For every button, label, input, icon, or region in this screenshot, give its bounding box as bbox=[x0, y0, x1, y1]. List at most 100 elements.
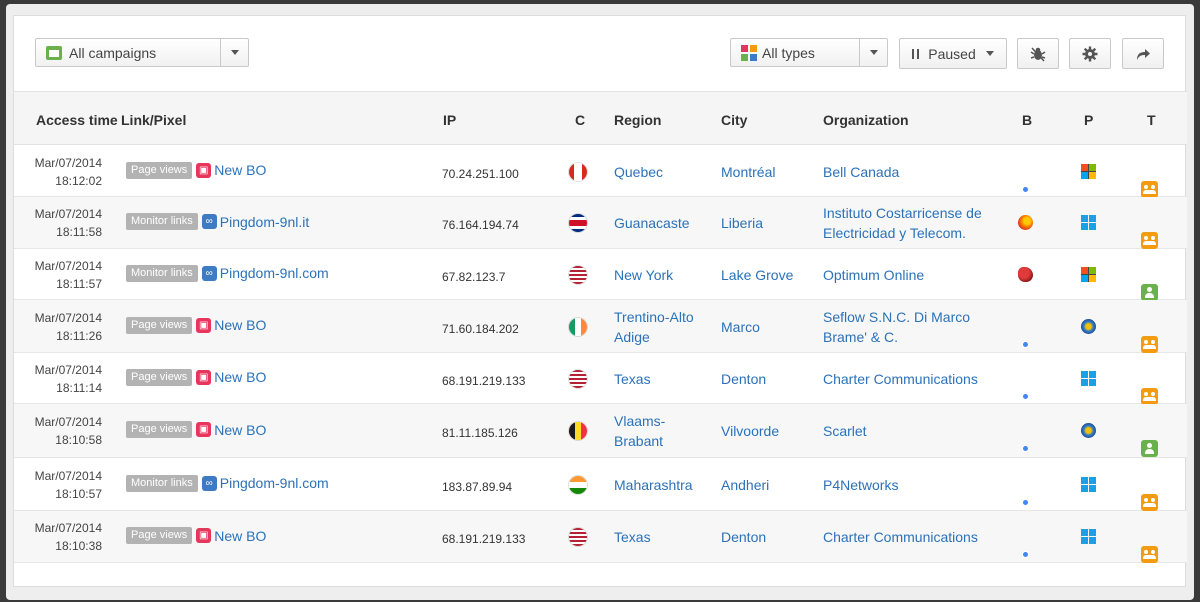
table-row[interactable]: Mar/07/2014 18:10:38 Page views ▣ New BO 68.1… bbox=[14, 511, 1187, 563]
windows-pane bbox=[1089, 529, 1096, 536]
debug-button[interactable] bbox=[1017, 38, 1059, 69]
organization-link-line[interactable]: Seflow S.N.C. Di Marco bbox=[823, 307, 970, 327]
organization-link-line[interactable]: Charter Communications bbox=[823, 527, 978, 547]
city-link-line[interactable]: Denton bbox=[721, 369, 766, 389]
link-name[interactable]: New BO bbox=[214, 162, 266, 178]
header-organization[interactable]: Organization bbox=[823, 112, 909, 128]
group-type-icon bbox=[1141, 335, 1158, 353]
link-pixel: Page views ▣ New BO bbox=[126, 368, 266, 387]
chrome-center bbox=[1022, 340, 1029, 348]
header-platform[interactable]: P bbox=[1084, 112, 1093, 128]
kind-badge: Monitor links bbox=[126, 264, 198, 282]
region-link-line[interactable]: Adige bbox=[614, 327, 694, 347]
link-pixel: Page views ▣ New BO bbox=[126, 527, 266, 545]
chrome-center bbox=[1022, 551, 1029, 558]
person-body bbox=[1145, 449, 1154, 454]
person-body bbox=[1143, 241, 1156, 245]
chevron-down-icon[interactable] bbox=[220, 39, 248, 66]
chrome-center bbox=[1022, 498, 1029, 506]
share-icon bbox=[1137, 48, 1150, 60]
organization-link-line[interactable]: Brame' & C. bbox=[823, 327, 970, 347]
region-link-line[interactable]: Brabant bbox=[614, 431, 665, 451]
organization-link-line[interactable]: Scarlet bbox=[823, 421, 867, 441]
paused-button[interactable]: Paused bbox=[899, 38, 1007, 69]
table-row[interactable]: Mar/07/2014 18:10:58 Page views ▣ New BO 81.1… bbox=[14, 404, 1187, 458]
access-time: Mar/07/2014 18:11:26 bbox=[35, 309, 102, 345]
city: Vilvoorde bbox=[721, 421, 779, 441]
table-row[interactable]: Mar/07/2014 18:11:26 Page views ▣ New BO 71.6… bbox=[14, 300, 1187, 353]
header-region[interactable]: Region bbox=[614, 112, 661, 128]
access-date: Mar/07/2014 bbox=[34, 415, 102, 429]
region-link-line[interactable]: Trentino-Alto bbox=[614, 307, 694, 327]
header-link-pixel[interactable]: Link/Pixel bbox=[121, 112, 186, 128]
link-name[interactable]: Pingdom-9nl.it bbox=[220, 214, 310, 230]
link-name[interactable]: New BO bbox=[214, 317, 266, 333]
group-type-icon bbox=[1141, 232, 1158, 249]
city-link-line[interactable]: Marco bbox=[721, 317, 760, 337]
windows-pane bbox=[1089, 274, 1096, 282]
header-type[interactable]: T bbox=[1147, 112, 1156, 128]
link-name[interactable]: New BO bbox=[214, 369, 266, 385]
usa-flag-icon bbox=[569, 265, 587, 284]
person-head bbox=[1144, 236, 1148, 240]
city-link-line[interactable]: Andheri bbox=[721, 475, 769, 495]
region-link-line[interactable]: Texas bbox=[614, 369, 651, 389]
windows-pane bbox=[1081, 378, 1088, 386]
table-row[interactable]: Mar/07/2014 18:11:57 Monitor links ∞ Pingdom… bbox=[14, 249, 1187, 301]
region-link-line[interactable]: Maharashtra bbox=[614, 475, 693, 495]
person-head bbox=[1144, 184, 1148, 189]
table-row[interactable]: Mar/07/2014 18:11:58 Monitor links ∞ Pingdom… bbox=[14, 197, 1187, 249]
access-clock: 18:10:57 bbox=[55, 486, 102, 501]
campaign-select[interactable]: All campaigns bbox=[35, 38, 249, 67]
city-link-line[interactable]: Vilvoorde bbox=[721, 421, 779, 441]
organization-link-line[interactable]: Optimum Online bbox=[823, 265, 924, 285]
link-name[interactable]: Pingdom-9nl.com bbox=[220, 265, 329, 281]
organization-link-line[interactable]: Bell Canada bbox=[823, 162, 899, 182]
table-row[interactable]: Mar/07/2014 18:11:14 Page views ▣ New BO 68.1… bbox=[14, 353, 1187, 405]
region-link-line[interactable]: New York bbox=[614, 265, 673, 285]
share-button[interactable] bbox=[1122, 38, 1164, 69]
city: Liberia bbox=[721, 213, 763, 233]
city-link-line[interactable]: Denton bbox=[721, 527, 766, 547]
access-clock: 18:10:58 bbox=[55, 433, 102, 447]
link-name[interactable]: New BO bbox=[214, 422, 266, 438]
link-name[interactable]: Pingdom-9nl.com bbox=[220, 475, 329, 491]
access-date: Mar/07/2014 bbox=[34, 468, 102, 483]
chevron-down-icon[interactable] bbox=[859, 39, 887, 66]
windows-pane bbox=[1089, 163, 1096, 171]
windows-pane bbox=[1089, 266, 1096, 274]
link-icon: ∞ bbox=[201, 265, 217, 281]
firefox-icon bbox=[1018, 215, 1033, 230]
table-row[interactable]: Mar/07/2014 18:10:57 Monitor links ∞ Pingdom… bbox=[14, 458, 1187, 511]
windows-8-icon bbox=[1081, 476, 1096, 492]
access-clock: 18:11:57 bbox=[56, 276, 102, 291]
person-head bbox=[1151, 497, 1155, 502]
city-link-line[interactable]: Montréal bbox=[721, 162, 775, 182]
organization-link-line[interactable]: Electricidad y Telecom. bbox=[823, 223, 982, 243]
access-clock: 18:11:58 bbox=[56, 225, 102, 239]
organization: Bell Canada bbox=[823, 162, 899, 182]
header-ip[interactable]: IP bbox=[443, 112, 456, 128]
organization-link-line[interactable]: Instituto Costarricense de bbox=[823, 203, 982, 223]
header-city[interactable]: City bbox=[721, 112, 747, 128]
image-icon: ▣ bbox=[196, 162, 212, 178]
city-link-line[interactable]: Liberia bbox=[721, 213, 763, 233]
bot-icon bbox=[1018, 266, 1033, 282]
user-type-icon bbox=[1141, 440, 1158, 457]
settings-button[interactable] bbox=[1069, 38, 1111, 69]
link-name[interactable]: New BO bbox=[214, 528, 266, 544]
region-link-line[interactable]: Quebec bbox=[614, 162, 663, 182]
type-select[interactable]: All types bbox=[730, 38, 888, 67]
image-icon: ▣ bbox=[196, 422, 212, 438]
region-link-line[interactable]: Texas bbox=[614, 527, 651, 547]
city-link-line[interactable]: Lake Grove bbox=[721, 265, 793, 285]
header-browser[interactable]: B bbox=[1022, 112, 1032, 128]
header-country[interactable]: C bbox=[575, 112, 585, 128]
organization-link-line[interactable]: P4Networks bbox=[823, 475, 898, 495]
table-row[interactable]: Mar/07/2014 18:12:02 Page views ▣ New BO 70.2… bbox=[14, 146, 1187, 198]
region-link-line[interactable]: Vlaams- bbox=[614, 411, 665, 431]
region: Quebec bbox=[614, 162, 663, 182]
region-link-line[interactable]: Guanacaste bbox=[614, 213, 690, 233]
header-access-time[interactable]: Access time bbox=[36, 112, 118, 128]
organization-link-line[interactable]: Charter Communications bbox=[823, 369, 978, 389]
